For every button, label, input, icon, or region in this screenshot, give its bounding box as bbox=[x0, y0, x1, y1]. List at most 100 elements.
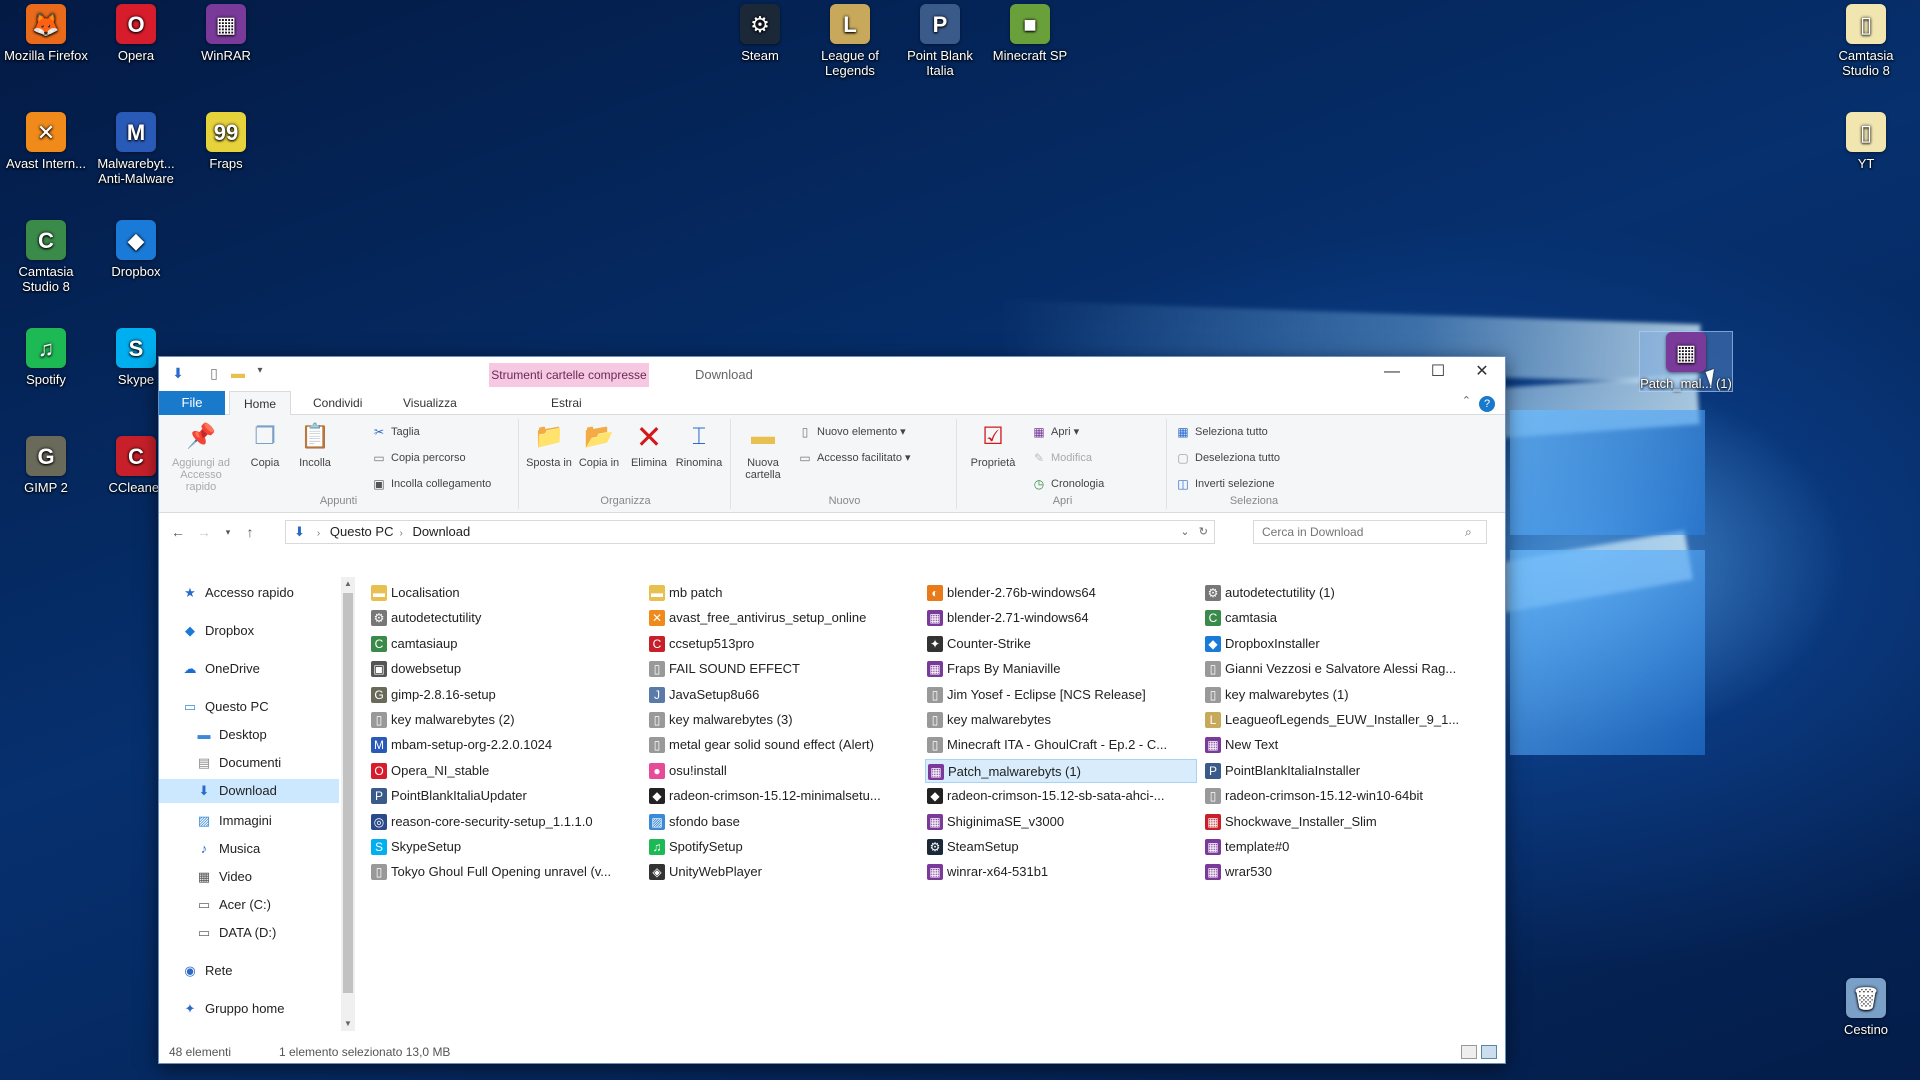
desktop-icon[interactable]: ▯ Camtasia Studio 8 bbox=[1820, 4, 1912, 78]
file-item[interactable]: ▦ template#0 bbox=[1203, 835, 1475, 859]
file-item[interactable]: ▨ sfondo base bbox=[647, 810, 919, 834]
minimize-button[interactable]: — bbox=[1369, 357, 1415, 389]
desktop-icon[interactable]: 🗑 Cestino bbox=[1820, 978, 1912, 1037]
pin-quick-access-button[interactable]: 📌 Aggiungi ad Accesso rapido bbox=[165, 421, 237, 494]
title-bar[interactable]: ⬇ ▯ ▬ ▾ Strumenti cartelle compresse Dow… bbox=[159, 357, 1505, 391]
paste-button[interactable]: 📋 Incolla bbox=[289, 421, 341, 470]
properties-quick-icon[interactable]: ▯ bbox=[205, 365, 223, 383]
tab-home[interactable]: Home bbox=[229, 391, 292, 415]
file-item[interactable]: ● osu!install bbox=[647, 759, 919, 783]
forward-button[interactable]: → bbox=[193, 522, 215, 542]
tab-view[interactable]: Visualizza bbox=[389, 391, 471, 415]
file-explorer-window[interactable]: ⬇ ▯ ▬ ▾ Strumenti cartelle compresse Dow… bbox=[158, 356, 1506, 1064]
tab-file[interactable]: File bbox=[159, 391, 225, 415]
new-item-button[interactable]: ▯ Nuovo elemento ▾ bbox=[797, 421, 906, 443]
desktop-icon[interactable]: C Camtasia Studio 8 bbox=[0, 220, 92, 294]
file-item[interactable]: ▦ Patch_malwarebyts (1) bbox=[925, 758, 1197, 783]
copy-path-button[interactable]: ▭ Copia percorso bbox=[371, 447, 465, 469]
nav-item[interactable]: ▭ DATA (D:) bbox=[159, 921, 339, 945]
file-item[interactable]: Ccamtasiaup bbox=[369, 632, 641, 656]
tab-share[interactable]: Condividi bbox=[299, 391, 376, 415]
file-item[interactable]: ▦ Fraps By Maniaville bbox=[925, 657, 1197, 681]
select-all-button[interactable]: ▦ Seleziona tutto bbox=[1175, 421, 1267, 443]
close-button[interactable]: ✕ bbox=[1459, 357, 1505, 389]
desktop-icon[interactable]: ♫ Spotify bbox=[0, 328, 92, 387]
breadcrumb-download[interactable]: Download bbox=[412, 524, 470, 539]
desktop-icon[interactable]: ■ Minecraft SP bbox=[984, 4, 1076, 63]
desktop-icon[interactable]: 99 Fraps bbox=[180, 112, 272, 171]
nav-scrollbar-thumb[interactable] bbox=[343, 593, 353, 993]
file-item[interactable]: Ccamtasia bbox=[1203, 606, 1475, 630]
file-item[interactable]: Cccsetup513pro bbox=[647, 632, 919, 656]
file-item[interactable]: ◆ DropboxInstaller bbox=[1203, 632, 1475, 656]
file-item[interactable]: ▯ Jim Yosef - Eclipse [NCS Release] bbox=[925, 683, 1197, 707]
nav-item[interactable]: ▦ Video bbox=[159, 865, 339, 889]
up-button[interactable]: ↑ bbox=[239, 522, 261, 542]
help-icon[interactable]: ? bbox=[1479, 396, 1495, 412]
file-item[interactable]: ▯ key malwarebytes bbox=[925, 708, 1197, 732]
file-item[interactable]: ◐ blender-2.76b-windows64 bbox=[925, 581, 1197, 605]
paste-shortcut-button[interactable]: ▣ Incolla collegamento bbox=[371, 473, 491, 495]
breadcrumb-this-pc[interactable]: Questo PC bbox=[330, 524, 394, 539]
nav-item[interactable]: ▭ Acer (C:) bbox=[159, 893, 339, 917]
desktop-icon[interactable]: ◆ Dropbox bbox=[90, 220, 182, 279]
nav-item[interactable]: ✦ Gruppo home bbox=[159, 997, 339, 1021]
desktop-icon[interactable]: G GIMP 2 bbox=[0, 436, 92, 495]
file-item[interactable]: Ggimp-2.8.16-setup bbox=[369, 683, 641, 707]
nav-item[interactable]: ▤ Documenti bbox=[159, 751, 339, 775]
file-item[interactable]: ▦ winrar-x64-531b1 bbox=[925, 860, 1197, 884]
back-button[interactable]: ← bbox=[167, 522, 189, 542]
file-item[interactable]: O Opera_NI_stable bbox=[369, 759, 641, 783]
file-item[interactable]: ◆ radeon-crimson-15.12-sb-sata-ahci-... bbox=[925, 784, 1197, 808]
desktop-icon[interactable]: O Opera bbox=[90, 4, 182, 63]
history-button[interactable]: ◷ Cronologia bbox=[1031, 473, 1104, 495]
open-button[interactable]: ▦ Apri ▾ bbox=[1031, 421, 1079, 443]
file-item[interactable]: L LeagueofLegends_EUW_Installer_9_1... bbox=[1203, 708, 1475, 732]
nav-item[interactable]: ◆ Dropbox bbox=[159, 619, 339, 643]
file-item[interactable]: ▯ metal gear solid sound effect (Alert) bbox=[647, 733, 919, 757]
nav-item[interactable]: ▨ Immagini bbox=[159, 809, 339, 833]
edit-button[interactable]: ✎ Modifica bbox=[1031, 447, 1092, 469]
file-item[interactable]: ✕ avast_free_antivirus_setup_online bbox=[647, 606, 919, 630]
file-item[interactable]: ⚙ autodetectutility bbox=[369, 606, 641, 630]
file-item[interactable]: ▦ ShiginimaSE_v3000 bbox=[925, 810, 1197, 834]
file-item[interactable]: ▯ FAIL SOUND EFFECT bbox=[647, 657, 919, 681]
file-item[interactable]: ▯ key malwarebytes (1) bbox=[1203, 683, 1475, 707]
desktop-icon[interactable]: L League of Legends bbox=[804, 4, 896, 78]
nav-item[interactable]: ♪ Musica bbox=[159, 837, 339, 861]
file-item[interactable]: ▯ radeon-crimson-15.12-win10-64bit bbox=[1203, 784, 1475, 808]
file-item[interactable]: ▬ Localisation bbox=[369, 581, 641, 605]
tab-extract[interactable]: Estrai bbox=[537, 391, 596, 415]
file-item[interactable]: ♫ SpotifySetup bbox=[647, 835, 919, 859]
desktop-icon[interactable]: ✕ Avast Intern... bbox=[0, 112, 92, 171]
desktop-icon[interactable]: ▦ WinRAR bbox=[180, 4, 272, 63]
file-item[interactable]: P PointBlankItaliaInstaller bbox=[1203, 759, 1475, 783]
customize-quick-access-icon[interactable]: ▾ bbox=[251, 365, 269, 383]
file-item[interactable]: ▯ key malwarebytes (2) bbox=[369, 708, 641, 732]
file-item[interactable]: ▯ Minecraft ITA - GhoulCraft - Ep.2 - C..… bbox=[925, 733, 1197, 757]
scroll-up-icon[interactable]: ▲ bbox=[341, 577, 355, 591]
compressed-folder-tools-tab[interactable]: Strumenti cartelle compresse bbox=[489, 363, 649, 387]
search-input[interactable] bbox=[1253, 520, 1487, 544]
file-item[interactable]: ✦ Counter-Strike bbox=[925, 632, 1197, 656]
file-item[interactable]: S SkypeSetup bbox=[369, 835, 641, 859]
file-item[interactable]: ▣ dowebsetup bbox=[369, 657, 641, 681]
move-to-button[interactable]: 📁 Sposta in bbox=[523, 421, 575, 470]
delete-button[interactable]: ✕ Elimina bbox=[623, 421, 675, 469]
file-item[interactable]: ▦ New Text bbox=[1203, 733, 1475, 757]
desktop-icon[interactable]: P Point Blank Italia bbox=[894, 4, 986, 78]
copy-button[interactable]: ❐ Copia bbox=[239, 421, 291, 470]
invert-selection-button[interactable]: ◫ Inverti selezione bbox=[1175, 473, 1274, 495]
file-item[interactable]: ▯ Gianni Vezzosi e Salvatore Alessi Rag..… bbox=[1203, 657, 1475, 681]
recent-locations-button[interactable]: ▾ bbox=[217, 522, 239, 542]
details-view-button[interactable] bbox=[1461, 1045, 1477, 1059]
select-none-button[interactable]: ▢ Deseleziona tutto bbox=[1175, 447, 1280, 469]
file-item[interactable]: ⚙ autodetectutility (1) bbox=[1203, 581, 1475, 605]
desktop-icon[interactable]: 🦊 Mozilla Firefox bbox=[0, 4, 92, 63]
new-folder-quick-icon[interactable]: ▬ bbox=[229, 365, 247, 383]
file-item[interactable]: ▬ mb patch bbox=[647, 581, 919, 605]
file-item[interactable]: ◆ radeon-crimson-15.12-minimalsetu... bbox=[647, 784, 919, 808]
new-folder-button[interactable]: ▬ Nuova cartella bbox=[737, 421, 789, 482]
scroll-down-icon[interactable]: ▼ bbox=[341, 1017, 355, 1031]
file-item[interactable]: P PointBlankItaliaUpdater bbox=[369, 784, 641, 808]
